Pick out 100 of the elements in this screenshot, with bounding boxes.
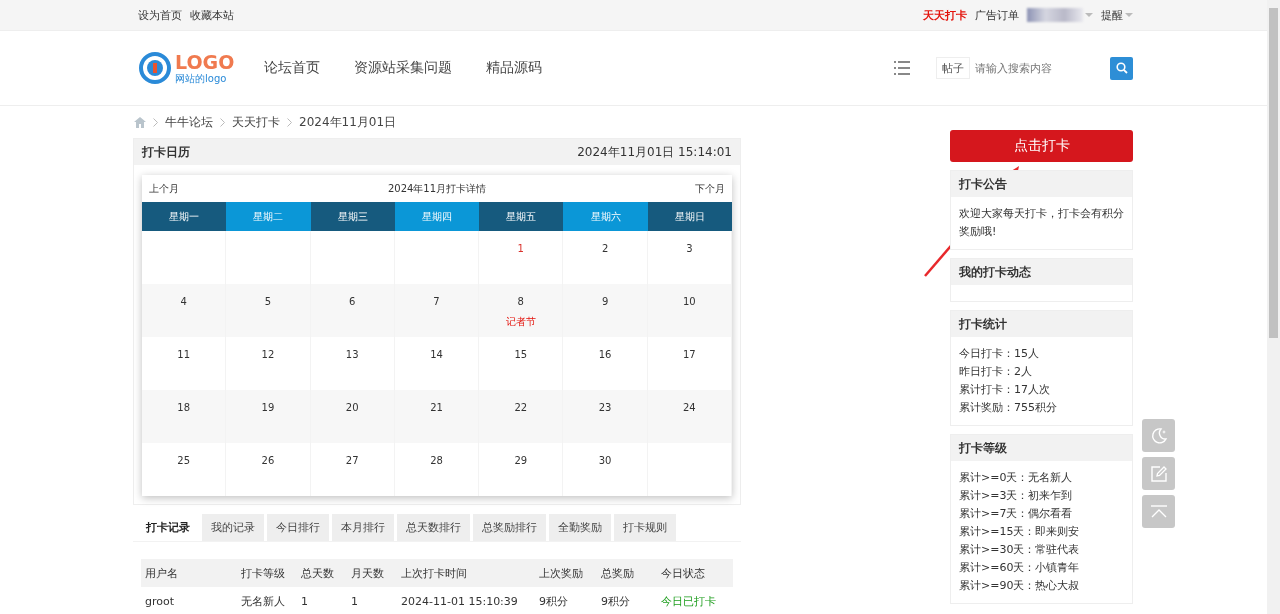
chevron-icon [153,117,158,127]
calendar-day[interactable]: 10 [682,296,696,307]
weekday-header: 星期四 [394,202,480,231]
nav-link[interactable]: 精品源码 [486,59,543,77]
festival-label: 记者节 [505,315,536,329]
column-header: 今日状态 [661,565,706,581]
chevron-icon [220,117,225,127]
calendar-day[interactable]: 14 [430,349,443,360]
prev-month-link[interactable]: 上个月 [149,181,179,196]
scrollbar[interactable] [1267,0,1280,614]
calendar-day[interactable]: 16 [598,349,612,360]
search-icon [1115,62,1128,74]
column-header: 月天数 [351,565,385,581]
logo-icon[interactable] [138,51,172,85]
weekday-header: 星期六 [563,202,648,231]
calendar-day[interactable]: 6 [349,296,356,307]
tab[interactable]: 我的记录 [202,514,264,541]
edit-icon [1148,463,1169,484]
calendar-day[interactable]: 23 [598,402,612,413]
calendar-day[interactable]: 7 [433,296,440,307]
calendar-day[interactable]: 11 [177,349,190,360]
chevron-icon [287,117,292,127]
calendar-day[interactable]: 26 [261,455,275,466]
calendar-day[interactable]: 30 [598,455,612,466]
column-header: 上次奖励 [539,565,584,581]
back-to-top-button[interactable] [1142,495,1175,528]
calendar-day[interactable]: 19 [261,402,275,413]
calendar-heading: 2024年11月打卡详情 [387,181,487,196]
column-header: 打卡等级 [241,565,286,581]
breadcrumb-link[interactable]: 牛牛论坛 [165,113,213,131]
panel-title: 打卡日历 [142,143,190,161]
calendar-day[interactable]: 4 [180,296,187,307]
calendar-day[interactable]: 9 [601,296,609,307]
breadcrumb-link[interactable]: 2024年11月01日 [299,113,397,131]
current-datetime: 2024年11月01日 15:14:01 [577,143,732,161]
table-cell-text: 无名新人 [241,593,286,609]
user-avatar[interactable] [1027,8,1083,22]
calendar-day[interactable]: 22 [514,402,528,413]
column-header: 上次打卡时间 [401,565,468,581]
calendar-day[interactable]: 8 [517,296,524,307]
caret-icon[interactable] [1085,13,1093,17]
tab[interactable]: 今日排行 [267,514,329,541]
checkin-link[interactable]: 天天打卡 [923,7,967,23]
calendar-day[interactable]: 12 [261,349,275,360]
sidebar-panel-title: 打卡统计 [951,311,1132,337]
calendar-day[interactable]: 15 [514,349,528,360]
calendar-day[interactable]: 18 [177,402,190,413]
sidebar-panel-title: 我的打卡动态 [951,259,1132,285]
calendar-day[interactable]: 28 [430,455,443,466]
breadcrumb-link[interactable]: 天天打卡 [232,113,280,131]
table-cell-text: 9积分 [539,593,569,609]
checkin-button[interactable]: 点击打卡 [950,130,1133,162]
weekday-header: 星期一 [142,202,227,231]
tab[interactable]: 本月排行 [332,514,394,541]
calendar-day[interactable]: 27 [345,455,359,466]
weekday-header: 星期五 [479,202,564,231]
calendar-day[interactable]: 29 [514,455,528,466]
calendar-day[interactable]: 21 [430,402,443,413]
menu-icon[interactable] [894,61,910,75]
dark-mode-button[interactable] [1142,419,1175,452]
table-cell-text: 9积分 [601,593,631,609]
column-header: 总奖励 [601,565,635,581]
tab[interactable]: 总天数排行 [397,514,470,541]
column-header: 总天数 [301,565,335,581]
top-link[interactable]: 设为首页 [138,7,182,23]
top-link[interactable]: 收藏本站 [190,7,234,23]
logo-subtitle: 网站的logo [175,73,228,84]
search-scope[interactable]: 帖子 [936,57,970,79]
sidebar-panel-title: 打卡公告 [951,171,1132,197]
table-cell-text: groot [145,594,176,608]
edit-button[interactable] [1142,457,1175,490]
tab[interactable]: 总奖励排行 [473,514,546,541]
caret-icon[interactable] [1125,13,1133,17]
calendar-day[interactable]: 24 [682,402,696,413]
status-cell-text: 今日已打卡 [661,593,717,609]
calendar-day[interactable]: 20 [345,402,359,413]
calendar-day[interactable]: 1 [517,243,524,254]
sidebar-panel-title: 打卡等级 [951,435,1132,461]
tab[interactable]: 打卡规则 [614,514,676,541]
table-cell-text: 1 [351,594,359,608]
nav-link[interactable]: 资源站采集问题 [354,59,453,77]
search-button[interactable] [1110,56,1133,80]
next-month-link[interactable]: 下个月 [695,181,725,196]
nav-link[interactable]: 论坛首页 [264,59,321,77]
calendar-day[interactable]: 3 [686,243,693,254]
calendar-day[interactable]: 2 [601,243,609,254]
logo-text: LOGO [175,52,235,72]
column-header: 用户名 [145,565,179,581]
weekday-header: 星期三 [310,202,395,231]
weekday-header: 星期二 [226,202,311,231]
calendar-day[interactable]: 25 [177,455,190,466]
calendar-day[interactable]: 13 [345,349,359,360]
weekday-header: 星期日 [647,202,732,231]
remind-link[interactable]: 提醒 [1101,7,1123,23]
table-cell-text: 2024-11-01 15:10:39 [401,594,519,608]
calendar-day[interactable]: 17 [682,349,696,360]
calendar-day[interactable]: 5 [264,296,272,307]
ad-orders-link[interactable]: 广告订单 [975,7,1019,23]
home-icon[interactable] [134,116,146,128]
tab[interactable]: 全勤奖励 [549,514,611,541]
